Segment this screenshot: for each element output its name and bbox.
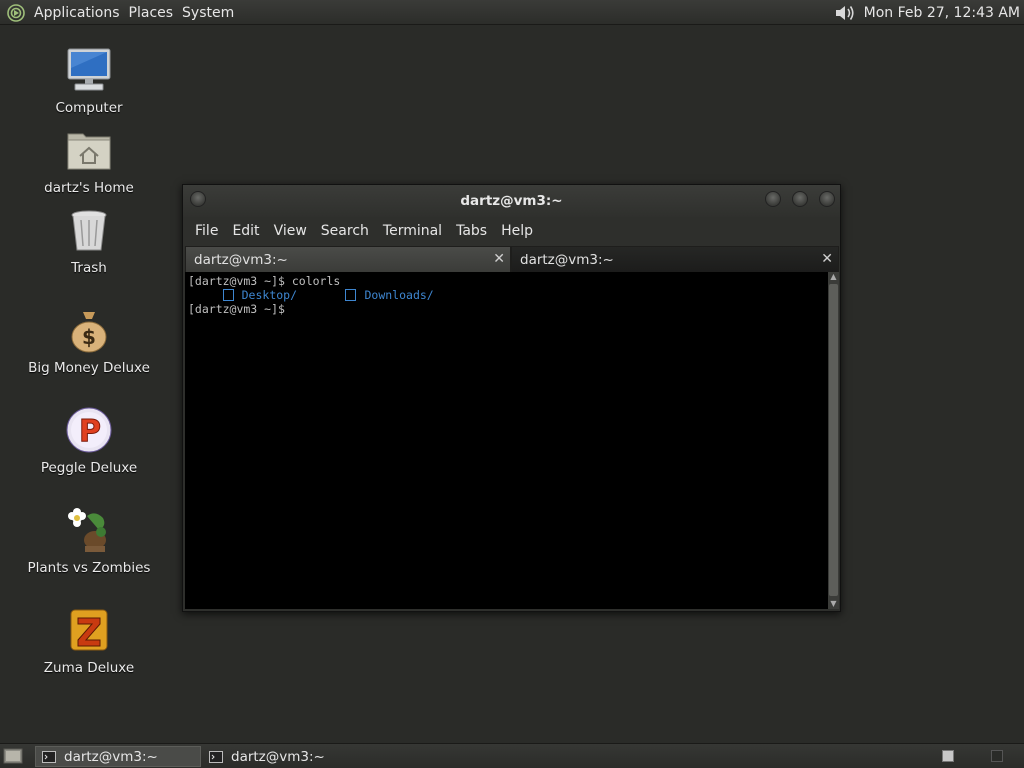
tab-close-icon[interactable]: ✕ <box>493 251 505 267</box>
workspace-1[interactable] <box>942 750 954 762</box>
show-desktop-icon[interactable] <box>3 747 23 765</box>
scrollbar-thumb[interactable] <box>829 284 838 596</box>
window-titlebar[interactable]: dartz@vm3:~ <box>183 185 840 217</box>
home-folder-icon <box>67 133 111 170</box>
close-button[interactable] <box>819 191 835 207</box>
folder-icon <box>222 289 234 301</box>
terminal-window[interactable]: dartz@vm3:~ File Edit View Search Termin… <box>182 184 841 612</box>
menu-search[interactable]: Search <box>319 223 371 239</box>
directory-entry: Downloads/ <box>364 288 434 302</box>
desktop-icon-big-money[interactable]: $ Big Money Deluxe <box>14 306 164 376</box>
tab-2[interactable]: dartz@vm3:~ ✕ <box>511 246 839 272</box>
menu-terminal[interactable]: Terminal <box>381 223 444 239</box>
taskbar-label: dartz@vm3:~ <box>231 748 325 765</box>
taskbar-label: dartz@vm3:~ <box>64 748 158 765</box>
trash-icon <box>71 210 107 251</box>
computer-icon <box>67 48 111 91</box>
scroll-down-icon[interactable]: ▼ <box>828 599 839 609</box>
desktop-icon-computer[interactable]: Computer <box>14 46 164 116</box>
desktop-icon-label: Peggle Deluxe <box>40 460 138 476</box>
desktop-icon-label: Big Money Deluxe <box>28 360 150 376</box>
tab-1[interactable]: dartz@vm3:~ ✕ <box>185 246 511 272</box>
desktop-icon-label: dartz's Home <box>44 180 134 196</box>
taskbar-item-terminal-2[interactable]: dartz@vm3:~ <box>203 746 369 767</box>
desktop-icon-label: Zuma Deluxe <box>43 660 135 676</box>
terminal-menubar: File Edit View Search Terminal Tabs Help <box>183 217 840 245</box>
desktop-icon-zuma[interactable]: Zuma Deluxe <box>14 606 164 676</box>
desktop-icon-home[interactable]: dartz's Home <box>14 126 164 196</box>
volume-icon[interactable] <box>834 3 856 23</box>
terminal-line: [dartz@vm3 ~]$ colorls <box>188 274 825 288</box>
taskbar-item-terminal-1[interactable]: dartz@vm3:~ <box>35 746 201 767</box>
plants-vs-zombies-icon <box>68 508 106 552</box>
desktop-icon-label: Plants vs Zombies <box>27 560 151 576</box>
places-menu[interactable]: Places <box>127 5 181 21</box>
scroll-up-icon[interactable]: ▲ <box>828 272 839 282</box>
svg-text:$: $ <box>82 325 96 349</box>
menu-file[interactable]: File <box>193 223 220 239</box>
clock[interactable]: Mon Feb 27, 12:43 AM <box>864 5 1020 21</box>
menu-tabs[interactable]: Tabs <box>454 223 489 239</box>
top-panel: Applications Places System Mon Feb 27, 1… <box>0 0 1024 25</box>
desktop-icon-plants-vs-zombies[interactable]: Plants vs Zombies <box>14 506 164 576</box>
svg-text:P: P <box>79 414 101 449</box>
desktop-icon-label: Computer <box>55 100 123 116</box>
terminal-scrollbar[interactable]: ▲ ▼ <box>828 272 839 609</box>
workspace-2[interactable] <box>991 750 1003 762</box>
tab-label: dartz@vm3:~ <box>194 252 288 268</box>
system-menu[interactable]: System <box>180 5 241 21</box>
folder-icon <box>345 289 357 301</box>
window-title: dartz@vm3:~ <box>460 193 563 209</box>
money-bag-icon: $ <box>71 312 107 353</box>
minimize-button[interactable] <box>765 191 781 207</box>
zuma-icon <box>70 609 108 651</box>
terminal-icon <box>42 750 56 763</box>
applications-menu[interactable]: Applications <box>32 5 127 21</box>
desktop-icon-trash[interactable]: Trash <box>14 206 164 276</box>
command: colorls <box>291 274 341 288</box>
menu-help[interactable]: Help <box>499 223 535 239</box>
bottom-panel: dartz@vm3:~ dartz@vm3:~ <box>0 743 1024 768</box>
prompt: [dartz@vm3 ~]$ <box>188 302 285 316</box>
tab-close-icon[interactable]: ✕ <box>821 251 833 267</box>
terminal-output[interactable]: [dartz@vm3 ~]$ colorls Desktop/ Download… <box>185 272 828 609</box>
peggle-icon: P <box>66 407 112 453</box>
desktop-icon-peggle[interactable]: P Peggle Deluxe <box>14 406 164 476</box>
menu-view[interactable]: View <box>272 223 309 239</box>
terminal-line: [dartz@vm3 ~]$ <box>188 302 825 316</box>
tab-label: dartz@vm3:~ <box>520 252 614 268</box>
menu-edit[interactable]: Edit <box>230 223 261 239</box>
terminal-icon <box>209 750 223 763</box>
desktop-icon-label: Trash <box>71 260 107 276</box>
maximize-button[interactable] <box>792 191 808 207</box>
system-tray: Mon Feb 27, 12:43 AM <box>834 0 1020 25</box>
terminal-tabs: dartz@vm3:~ ✕ dartz@vm3:~ ✕ <box>185 246 839 272</box>
prompt: [dartz@vm3 ~]$ <box>188 274 292 288</box>
directory-entry: Desktop/ <box>241 288 298 302</box>
gnome-foot-icon[interactable] <box>6 3 26 23</box>
top-menus: Applications Places System <box>6 0 241 25</box>
terminal-line: Desktop/ Downloads/ <box>188 288 825 302</box>
